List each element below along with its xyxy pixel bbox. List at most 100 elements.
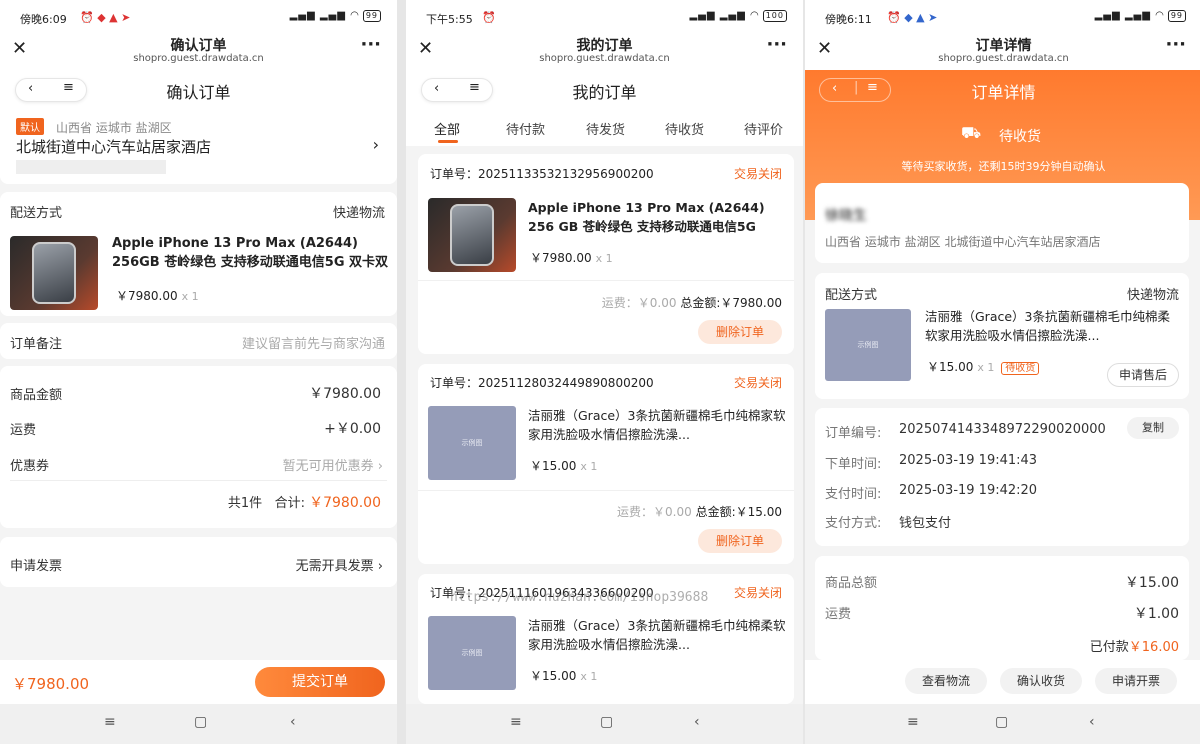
- ship-label: 运费: [10, 423, 37, 438]
- more-icon[interactable]: ···: [360, 34, 381, 55]
- receiver-address: 山西省 运城市 盐湖区 北城街道中心汽车站居家酒店: [825, 235, 1101, 249]
- battery-icon: 100: [762, 10, 787, 22]
- browser-header: ✕ 确认订单 shopro.guest.drawdata.cn ···: [0, 34, 397, 70]
- notification-icons: ⏰ ◆ ▲ ➤: [887, 11, 938, 24]
- product-image: [10, 236, 98, 310]
- browser-header: ✕ 订单详情 shopro.guest.drawdata.cn ···: [805, 34, 1200, 70]
- copy-button[interactable]: 复制: [1127, 417, 1179, 439]
- page-title: 我的订单: [572, 83, 637, 102]
- order-status: 交易关闭: [733, 376, 782, 390]
- delete-order-button[interactable]: 删除订单: [698, 529, 782, 553]
- back-icon[interactable]: ‹: [290, 714, 296, 730]
- product-name: 洁丽雅（Grace）3条抗菌新疆棉毛巾纯棉家软家用洗脸吸水情侣擦脸洗澡...: [528, 408, 786, 442]
- invoice-value: 无需开具发票 ›: [295, 559, 383, 574]
- receiver-name: 徐晓生: [825, 208, 867, 224]
- receiver-card: 徐晓生 山西省 运城市 盐湖区 北城街道中心汽车站居家酒店: [815, 183, 1189, 263]
- goods-total-label: 商品总额: [825, 576, 878, 591]
- view-logistics-button[interactable]: 查看物流: [905, 668, 987, 694]
- product-price-row: ￥15.00 x 1: [530, 669, 598, 683]
- home-icon[interactable]: ▢: [600, 714, 613, 730]
- confirm-receipt-button[interactable]: 确认收货: [1000, 668, 1082, 694]
- confirm-order-screen: 傍晚6:09 ⏰ ◆ ▲ ➤ ▂▄▆ ▂▄▆ ◠ 99 ✕ 确认订单 shopro…: [0, 0, 397, 744]
- system-nav: ≡ ▢ ‹: [805, 704, 1200, 744]
- coupon-value[interactable]: 暂无可用优惠券 ›: [283, 455, 383, 474]
- tab-pending-shipment[interactable]: 待发货: [586, 119, 625, 138]
- menu-icon[interactable]: ≡: [510, 714, 522, 730]
- delivery-label: 配送方式: [10, 206, 63, 221]
- home-icon[interactable]: ▢: [995, 714, 1008, 730]
- tab-pending-review[interactable]: 待评价: [744, 119, 783, 138]
- watermark: https://www.huzhan.com/ishop39688: [450, 590, 709, 605]
- divider: [418, 490, 794, 491]
- product-image: 示例图: [428, 406, 516, 480]
- tab-pending-payment[interactable]: 待付款: [506, 119, 545, 138]
- remark-input[interactable]: 建议留言前先与商家沟通: [242, 333, 385, 352]
- product-name: Apple iPhone 13 Pro Max (A2644) 256 GB 苍…: [528, 200, 765, 234]
- amount-card: 商品总额 ￥15.00 运费 ￥1.00 已付款￥16.00: [815, 556, 1189, 660]
- address-card[interactable]: 默认 山西省 运城市 盐湖区 北城街道中心汽车站居家酒店 ›: [0, 110, 397, 184]
- back-icon[interactable]: ‹: [694, 714, 700, 730]
- pay-time-value: 2025-03-19 19:42:20: [899, 483, 1038, 498]
- blurred-contact: [16, 160, 166, 174]
- order-time-value: 2025-03-19 19:41:43: [899, 453, 1038, 468]
- submit-order-button[interactable]: 提交订单: [255, 667, 385, 697]
- tab-all[interactable]: 全部: [434, 119, 460, 138]
- more-icon[interactable]: ···: [1165, 34, 1186, 55]
- page-title: 订单详情: [971, 83, 1036, 102]
- remark-row[interactable]: 订单备注 建议留言前先与商家沟通: [0, 323, 397, 359]
- system-nav: ≡ ▢ ‹: [406, 704, 803, 744]
- order-detail-screen: 傍晚6:11 ⏰ ◆ ▲ ➤ ▂▄▆ ▂▄▆ ◠ 99 ✕ 订单详情 shopro…: [805, 0, 1200, 744]
- order-number: 订单号：20251133532132956900200: [430, 167, 654, 181]
- header-title: 订单详情: [975, 38, 1032, 54]
- header-title: 我的订单: [576, 38, 633, 54]
- product-card: 配送方式 快递物流 Apple iPhone 13 Pro Max (A2644…: [0, 192, 397, 316]
- product-name: 洁丽雅（Grace）3条抗菌新疆棉毛巾纯棉柔软家用洗脸吸水情侣擦脸洗澡...: [925, 309, 1171, 343]
- order-time-label: 下单时间:: [825, 457, 882, 472]
- order-card: 订单号：20251133532132956900200 交易关闭 Apple i…: [418, 154, 794, 354]
- product-price-row: ￥15.00 x 1 待收货: [927, 358, 1040, 375]
- delete-order-button[interactable]: 删除订单: [698, 320, 782, 344]
- more-icon[interactable]: ···: [766, 34, 787, 55]
- my-orders-screen: 下午5:55 ⏰ ▂▄▆ ▂▄▆ ◠ 100 ✕ 我的订单 shopro.gues…: [406, 0, 803, 744]
- status-time: 傍晚6:11: [825, 13, 872, 26]
- pay-time-label: 支付时间:: [825, 487, 882, 502]
- order-total-row: 运费：￥0.00 总金额:￥7980.00: [601, 296, 782, 310]
- status-bar: 下午5:55 ⏰ ▂▄▆ ▂▄▆ ◠ 100: [406, 0, 803, 34]
- action-bar: 查看物流 确认收货 申请开票: [805, 660, 1200, 704]
- menu-icon[interactable]: ≡: [104, 714, 116, 730]
- invoice-row[interactable]: 申请发票 无需开具发票 ›: [0, 537, 397, 587]
- notification-icons: ⏰ ◆ ▲ ➤: [80, 11, 131, 24]
- ship-label: 运费: [825, 607, 852, 622]
- summary-card: 商品金额 ￥7980.00 运费 +￥0.00 优惠券 暂无可用优惠券 › 共1…: [0, 366, 397, 528]
- delivery-value: 快递物流: [332, 206, 385, 221]
- status-bar: 傍晚6:09 ⏰ ◆ ▲ ➤ ▂▄▆ ▂▄▆ ◠ 99: [0, 0, 397, 34]
- header-url: shopro.guest.drawdata.cn: [539, 53, 670, 64]
- back-icon[interactable]: ‹: [1089, 714, 1095, 730]
- after-sale-button[interactable]: 申请售后: [1107, 363, 1179, 387]
- battery-icon: 99: [362, 10, 381, 22]
- delivery-label: 配送方式: [825, 288, 878, 303]
- order-info-card: 订单编号: 2025074143348972290020000 复制 下单时间:…: [815, 408, 1189, 546]
- invoice-label: 申请发票: [10, 559, 63, 574]
- tab-indicator: [438, 140, 458, 143]
- header-title: 确认订单: [170, 38, 227, 54]
- coupon-label: 优惠券: [10, 459, 50, 474]
- header-url: shopro.guest.drawdata.cn: [938, 53, 1069, 64]
- default-badge: 默认: [16, 118, 44, 135]
- order-status: 交易关闭: [733, 586, 782, 600]
- home-icon[interactable]: ▢: [194, 714, 207, 730]
- status-bar: 傍晚6:11 ⏰ ◆ ▲ ➤ ▂▄▆ ▂▄▆ ◠ 99: [805, 0, 1200, 34]
- pay-method-value: 钱包支付: [899, 516, 952, 531]
- divider: [418, 280, 794, 281]
- tab-pending-receipt[interactable]: 待收货: [665, 119, 704, 138]
- status-time: 傍晚6:09: [20, 13, 67, 26]
- apply-invoice-button[interactable]: 申请开票: [1095, 668, 1177, 694]
- menu-icon[interactable]: ≡: [907, 714, 919, 730]
- order-total-row: 运费：￥0.00 总金额:￥15.00: [617, 505, 782, 519]
- signal-icons: ▂▄▆ ▂▄▆ ◠ 99: [1095, 10, 1186, 22]
- ship-value: +￥0.00: [324, 421, 381, 437]
- product-card: 配送方式 快递物流 示例图 洁丽雅（Grace）3条抗菌新疆棉毛巾纯棉柔软家用洗…: [815, 273, 1189, 399]
- order-card: 订单号：20251128032449890800200 交易关闭 示例图 洁丽雅…: [418, 364, 794, 564]
- chevron-right-icon: ›: [372, 135, 379, 154]
- product-price-row: ￥7980.00 x 1: [116, 289, 199, 303]
